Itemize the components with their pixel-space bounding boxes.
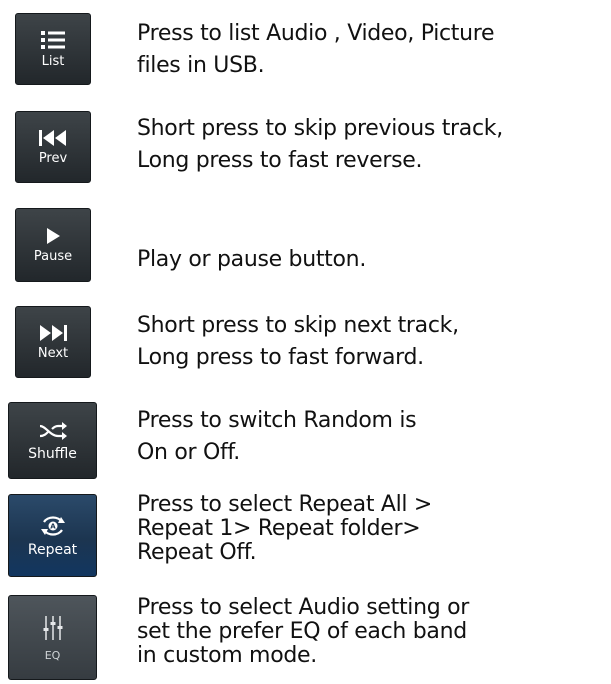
description-line: Press to select Audio setting or [137, 595, 470, 620]
list-button-label: List [41, 54, 65, 69]
skip-next-icon [40, 325, 67, 341]
description-line: Play or pause button. [137, 247, 367, 272]
next-button[interactable]: Next [15, 306, 91, 378]
description-line: Repeat 1> Repeat folder> [137, 516, 421, 541]
description-line: in custom mode. [137, 643, 317, 668]
eq-button-label: EQ [44, 648, 61, 662]
shuffle-description: Press to switch Random is On or Off. [137, 405, 417, 469]
description-line: Press to switch Random is [137, 408, 417, 433]
prev-button-label: Prev [38, 151, 68, 166]
description-line: Short press to skip next track, [137, 313, 459, 338]
description-line: Long press to fast forward. [137, 345, 424, 370]
shuffle-icon [39, 422, 67, 440]
pause-description: Play or pause button. [137, 244, 366, 276]
eq-description: Press to select Audio setting or set the… [137, 596, 469, 668]
pause-button[interactable]: Pause [15, 208, 91, 282]
repeat-icon: A [40, 516, 65, 536]
description-line: set the prefer EQ of each band [137, 619, 467, 644]
description-line: On or Off. [137, 440, 240, 465]
description-line: Short press to skip previous track, [137, 116, 503, 141]
description-line: Repeat Off. [137, 540, 257, 565]
repeat-button-label: Repeat [27, 542, 78, 558]
next-description: Short press to skip next track, Long pre… [137, 310, 459, 374]
description-line: Long press to fast reverse. [137, 148, 423, 173]
list-button[interactable]: List [15, 13, 91, 85]
prev-button[interactable]: Prev [15, 111, 91, 183]
repeat-button[interactable]: A Repeat [8, 494, 97, 577]
list-icon [41, 31, 65, 49]
eq-button[interactable]: EQ [8, 595, 97, 680]
description-line: files in USB. [137, 53, 265, 78]
prev-description: Short press to skip previous track, Long… [137, 113, 503, 177]
list-description: Press to list Audio , Video, Picture fil… [137, 18, 495, 82]
description-line: Press to select Repeat All > [137, 492, 433, 517]
shuffle-button-label: Shuffle [28, 446, 77, 462]
shuffle-button[interactable]: Shuffle [8, 402, 97, 479]
pause-button-label: Pause [33, 249, 73, 264]
skip-previous-icon [39, 130, 66, 146]
equalizer-icon [43, 615, 62, 640]
play-icon [47, 228, 60, 244]
svg-text:A: A [50, 523, 56, 531]
description-line: Press to list Audio , Video, Picture [137, 21, 495, 46]
repeat-description: Press to select Repeat All > Repeat 1> R… [137, 493, 432, 565]
next-button-label: Next [37, 346, 69, 361]
